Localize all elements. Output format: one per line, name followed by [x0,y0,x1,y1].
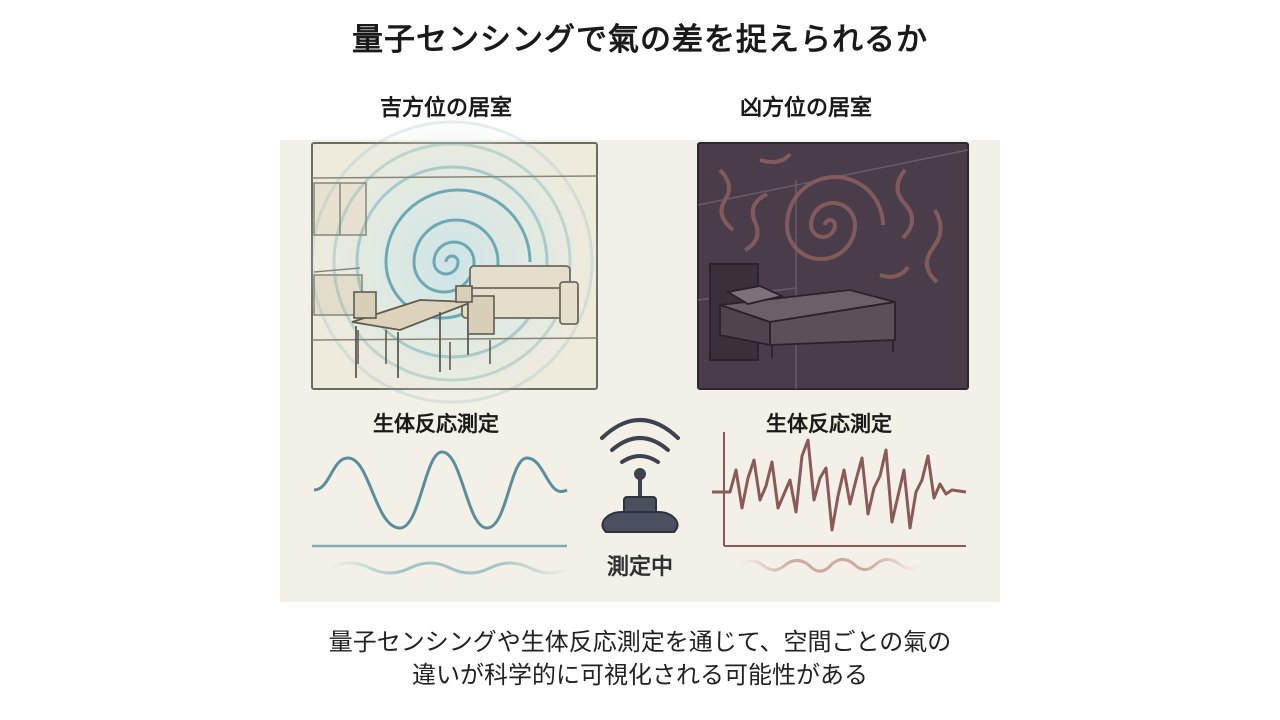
good-bio-label: 生体反応測定 [373,412,499,436]
good-room-illustration [302,112,602,412]
good-echo-wave [329,561,571,575]
good-bio-waveform [312,450,571,575]
illustration-svg [302,112,969,575]
bad-room-illustration [697,142,969,390]
smooth-wave [313,450,568,530]
bad-bio-label: 生体反応測定 [766,412,892,436]
bad-bio-waveform [712,432,967,573]
bad-echo-wave [739,558,922,573]
wireless-sensor-icon [600,418,680,533]
caption-line-1: 量子センシングや生体反応測定を通じて、空間ごとの氣の [328,628,952,656]
caption: 量子センシングや生体反応測定を通じて、空間ごとの氣の 違いが科学的に可視化される… [0,626,1280,692]
measuring-status: 測定中 [606,555,673,580]
erratic-wave [712,438,967,532]
caption-line-2: 違いが科学的に可視化される可能性がある [412,661,868,689]
